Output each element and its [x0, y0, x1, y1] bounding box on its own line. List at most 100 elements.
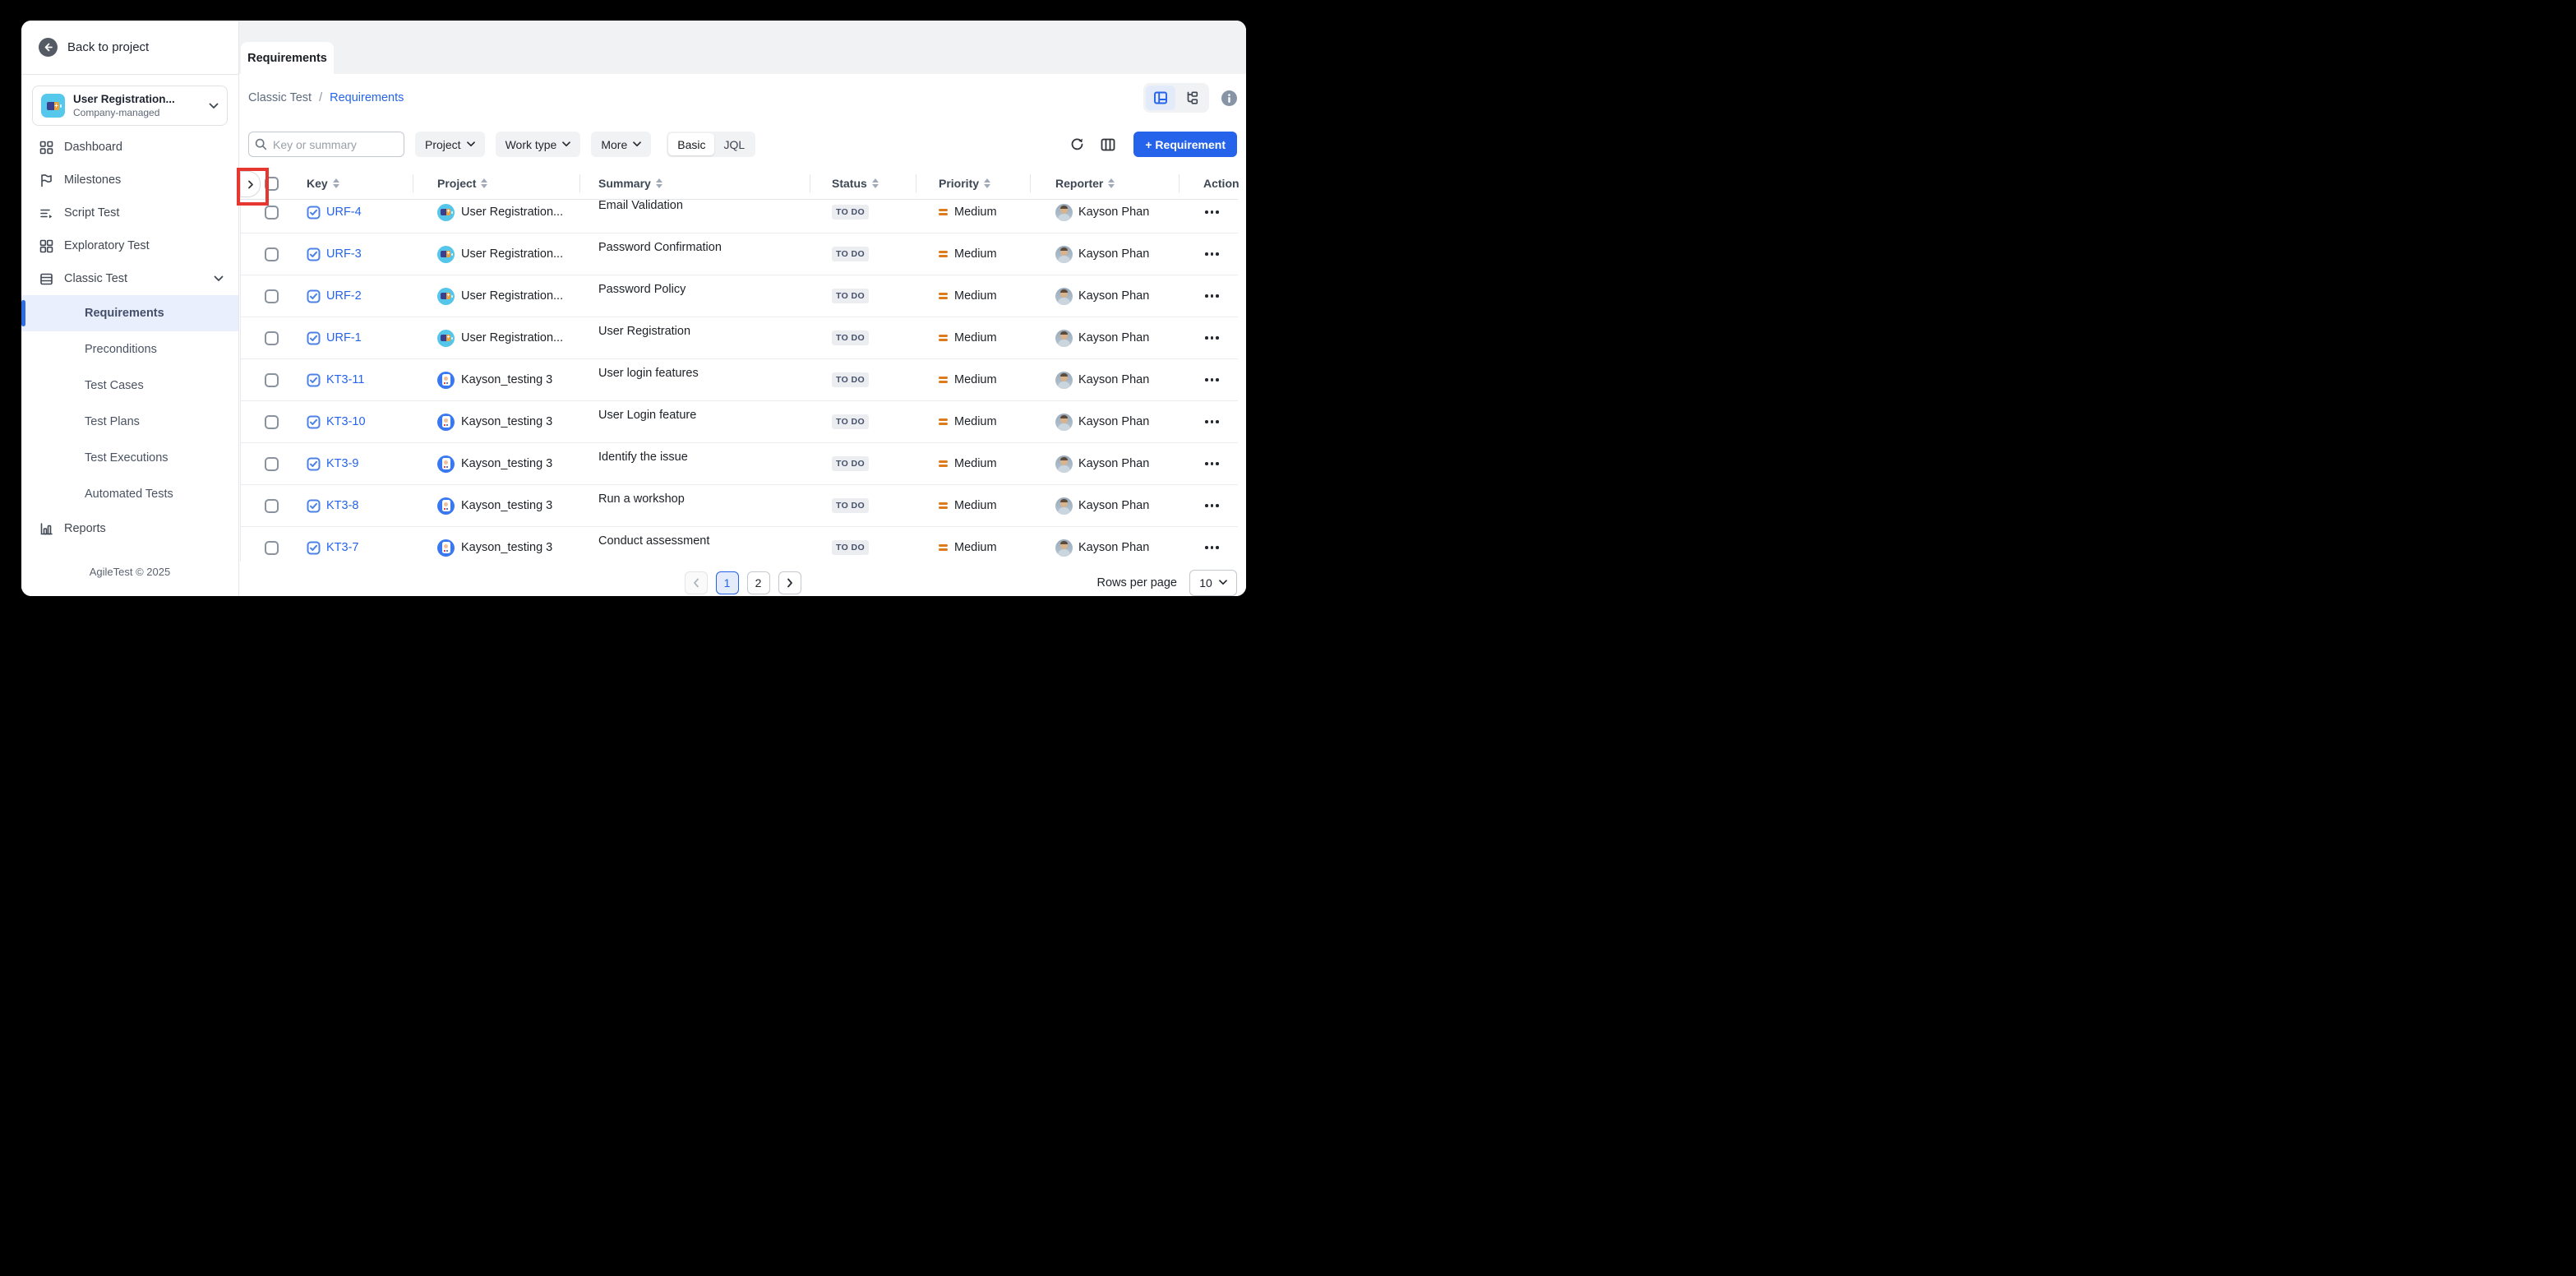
- column-header-status[interactable]: Status: [810, 168, 916, 199]
- project-avatar: +: [437, 246, 455, 263]
- row-checkbox[interactable]: [265, 415, 279, 429]
- columns-button[interactable]: [1097, 135, 1119, 155]
- issue-key-link[interactable]: KT3-8: [326, 499, 359, 512]
- requirement-type-icon: [307, 415, 321, 429]
- sidebar-item-exploratory-test[interactable]: Exploratory Test: [21, 229, 238, 262]
- row-checkbox[interactable]: [265, 289, 279, 303]
- work-type-filter-button[interactable]: Work type: [496, 132, 581, 157]
- sidebar-item-label: Exploratory Test: [64, 239, 224, 252]
- row-actions-button[interactable]: [1203, 501, 1221, 511]
- column-header-key[interactable]: Key: [294, 168, 413, 199]
- row-checkbox[interactable]: [265, 541, 279, 555]
- issue-key-link[interactable]: KT3-10: [326, 415, 366, 428]
- mode-jql[interactable]: JQL: [714, 133, 754, 155]
- sidebar-item-label: Reports: [64, 522, 224, 535]
- refresh-button[interactable]: [1067, 134, 1087, 155]
- row-actions-button[interactable]: [1203, 333, 1221, 343]
- sidebar-item-script-test[interactable]: Script Test: [21, 196, 238, 229]
- sidebar-subitem-preconditions[interactable]: Preconditions: [21, 331, 238, 368]
- page-button-2[interactable]: 2: [747, 571, 770, 594]
- issue-key-link[interactable]: URF-1: [326, 331, 362, 344]
- issue-key-link[interactable]: URF-3: [326, 247, 362, 261]
- sidebar-subitem-test-plans[interactable]: Test Plans: [21, 404, 238, 440]
- page-button-1[interactable]: 1: [716, 571, 739, 594]
- filter-toolbar: Project Work type More Basic JQL: [248, 132, 1237, 157]
- priority-medium-icon: [939, 502, 948, 510]
- sidebar-item-reports[interactable]: Reports: [21, 512, 238, 545]
- issue-summary: User Registration: [579, 317, 810, 338]
- back-to-project-button[interactable]: Back to project: [21, 21, 238, 75]
- project-avatar: [437, 414, 455, 431]
- content: Classic Test / Requirements: [239, 74, 1246, 596]
- requirements-table: Key Project Summary Status Priority Repo…: [240, 168, 1238, 562]
- info-button[interactable]: [1221, 90, 1237, 106]
- reporter-avatar: [1055, 414, 1073, 431]
- row-actions-button[interactable]: [1203, 459, 1221, 469]
- reporter-name: Kayson Phan: [1078, 331, 1149, 344]
- row-checkbox[interactable]: [265, 457, 279, 471]
- issue-key-link[interactable]: KT3-9: [326, 457, 359, 470]
- row-checkbox[interactable]: [265, 206, 279, 220]
- project-switcher[interactable]: + User Registration... Company-managed: [32, 86, 228, 126]
- script-list-icon: [39, 206, 53, 220]
- sidebar-item-milestones[interactable]: Milestones: [21, 164, 238, 196]
- select-all-checkbox[interactable]: [265, 177, 279, 191]
- add-requirement-button[interactable]: + Requirement: [1133, 132, 1237, 157]
- chevron-right-icon: [247, 180, 254, 189]
- column-header-reporter[interactable]: Reporter: [1030, 168, 1179, 199]
- table-row: KT3-8 Kayson_testing 3 Run a workshop TO…: [241, 485, 1238, 527]
- row-checkbox[interactable]: [265, 331, 279, 345]
- row-actions-button[interactable]: [1203, 291, 1221, 301]
- info-icon: [1226, 94, 1233, 103]
- sidebar-subitem-test-cases[interactable]: Test Cases: [21, 368, 238, 404]
- breadcrumb-classic-test[interactable]: Classic Test: [248, 91, 312, 104]
- priority-label: Medium: [954, 247, 997, 261]
- search-input[interactable]: [248, 132, 404, 157]
- more-filter-button[interactable]: More: [591, 132, 651, 157]
- sidebar-item-label: Milestones: [64, 173, 224, 187]
- status-badge: TO DO: [832, 498, 869, 513]
- sidebar-subitem-test-executions[interactable]: Test Executions: [21, 440, 238, 476]
- tree-view-button[interactable]: [1177, 86, 1207, 110]
- project-name: Kayson_testing 3: [461, 373, 552, 386]
- panel-view-button[interactable]: [1146, 86, 1175, 110]
- rows-per-page-select[interactable]: 10: [1189, 570, 1237, 596]
- sidebar-subitem-automated-tests[interactable]: Automated Tests: [21, 476, 238, 512]
- priority-label: Medium: [954, 289, 997, 303]
- project-filter-button[interactable]: Project: [415, 132, 485, 157]
- app-window: Back to project + User Registration... C…: [21, 21, 1246, 596]
- issue-key-link[interactable]: KT3-11: [326, 373, 364, 386]
- issue-summary: Password Confirmation: [579, 233, 810, 254]
- project-avatar: [437, 455, 455, 473]
- column-header-summary[interactable]: Summary: [579, 168, 810, 199]
- breadcrumb-requirements[interactable]: Requirements: [330, 91, 404, 104]
- issue-key-link[interactable]: URF-4: [326, 206, 362, 219]
- back-to-project-label: Back to project: [67, 40, 149, 54]
- tab-requirements[interactable]: Requirements: [241, 42, 334, 74]
- row-actions-button[interactable]: [1203, 375, 1221, 385]
- sidebar-item-dashboard[interactable]: Dashboard: [21, 131, 238, 164]
- sidebar-item-classic-test[interactable]: Classic Test: [21, 262, 238, 295]
- search-icon: [255, 138, 267, 150]
- priority-label: Medium: [954, 206, 997, 219]
- chevron-down-icon: [1219, 580, 1227, 585]
- mode-basic[interactable]: Basic: [668, 133, 714, 155]
- next-page-button[interactable]: [778, 571, 801, 594]
- priority-label: Medium: [954, 457, 997, 470]
- column-header-project[interactable]: Project: [413, 168, 579, 199]
- row-checkbox[interactable]: [265, 247, 279, 261]
- prev-page-button[interactable]: [685, 571, 708, 594]
- sidebar-subitem-requirements[interactable]: Requirements: [21, 295, 238, 331]
- issue-key-link[interactable]: URF-2: [326, 289, 362, 303]
- row-actions-button[interactable]: [1203, 543, 1221, 552]
- row-checkbox[interactable]: [265, 373, 279, 387]
- issue-key-link[interactable]: KT3-7: [326, 541, 359, 554]
- status-badge: TO DO: [832, 331, 869, 345]
- column-header-priority[interactable]: Priority: [916, 168, 1030, 199]
- row-checkbox[interactable]: [265, 499, 279, 513]
- search-mode-toggle: Basic JQL: [667, 132, 755, 157]
- row-actions-button[interactable]: [1203, 249, 1221, 259]
- row-actions-button[interactable]: [1203, 207, 1221, 217]
- status-badge: TO DO: [832, 372, 869, 387]
- row-actions-button[interactable]: [1203, 417, 1221, 427]
